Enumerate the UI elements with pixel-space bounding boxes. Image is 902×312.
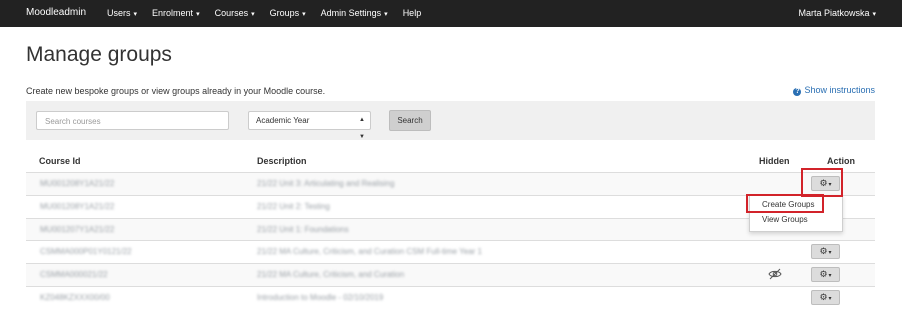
action-gear-button[interactable]: ⚙▾ xyxy=(811,267,840,282)
show-instructions-link[interactable]: ? Show instructions xyxy=(793,85,875,96)
action-gear-button[interactable]: ⚙▾ xyxy=(811,244,840,259)
menu-courses[interactable]: Courses ▾ xyxy=(215,8,255,18)
top-navbar: Moodleadmin Users ▾ Enrolment ▾ Courses ▾ G… xyxy=(0,0,902,27)
course-description[interactable]: 21/22 MA Culture, Criticism, and Curatio… xyxy=(257,247,482,256)
main-menu: Users ▾ Enrolment ▾ Courses ▾ Groups ▾ Admin… xyxy=(107,8,436,18)
table-row: CSMMA000021/22 21/22 MA Culture, Critici… xyxy=(26,263,875,286)
header-description: Description xyxy=(257,156,307,166)
chevron-down-icon: ▾ xyxy=(872,11,876,18)
header-hidden: Hidden xyxy=(759,156,790,166)
course-id: CSMMA000P01Y0121/22 xyxy=(40,247,132,256)
course-description[interactable]: 21/22 Unit 2: Testing xyxy=(257,202,330,211)
chevron-down-icon: ▾ xyxy=(828,250,832,256)
course-description[interactable]: Introduction to Moodle - 02/10/2019 xyxy=(257,293,383,302)
highlight-box xyxy=(746,194,824,213)
course-description[interactable]: 21/22 Unit 1: Foundations xyxy=(257,225,349,234)
course-id: MU001207Y1A21/22 xyxy=(40,225,115,234)
header-action: Action xyxy=(827,156,855,166)
course-id: CSMMA000021/22 xyxy=(40,270,108,279)
menu-users[interactable]: Users ▾ xyxy=(107,8,137,18)
course-id: KZ048KZXXX00/00 xyxy=(40,293,110,302)
page-title: Manage groups xyxy=(26,43,172,66)
chevron-down-icon: ▾ xyxy=(251,11,255,18)
chevron-down-icon: ▾ xyxy=(384,11,388,18)
menu-users-label: Users xyxy=(107,8,131,18)
chevron-down-icon: ▾ xyxy=(828,296,832,302)
question-circle-icon: ? xyxy=(793,88,802,96)
table-row: MU001208Y1A21/22 21/22 Unit 3: Articulat… xyxy=(26,172,875,195)
filter-bar: Search courses Academic Year ▲ ▼ Search xyxy=(26,101,875,140)
menu-enrolment[interactable]: Enrolment ▾ xyxy=(152,8,200,18)
gear-icon: ⚙ xyxy=(819,292,828,302)
chevron-down-icon: ▾ xyxy=(133,11,138,18)
menu-courses-label: Courses xyxy=(214,8,249,18)
gear-icon: ⚙ xyxy=(819,246,828,256)
show-instructions-label: Show instructions xyxy=(804,85,875,95)
table-row: CSMMA000P01Y0121/22 21/22 MA Culture, Cr… xyxy=(26,240,875,263)
menu-admin-settings-label: Admin Settings xyxy=(320,8,382,18)
user-menu[interactable]: Marta Piatkowska ▾ xyxy=(798,8,876,18)
menu-help[interactable]: Help xyxy=(403,8,422,18)
gear-icon: ⚙ xyxy=(819,269,828,279)
select-arrows-icon: ▲ ▼ xyxy=(359,117,365,140)
highlight-box xyxy=(801,168,843,197)
menu-groups[interactable]: Groups ▾ xyxy=(270,8,306,18)
brand-link[interactable]: Moodleadmin xyxy=(26,7,86,18)
course-id: MU001208Y1A21/22 xyxy=(40,179,115,188)
academic-year-select[interactable]: Academic Year ▲ ▼ xyxy=(248,111,371,140)
table-header: Course Id Description Hidden Action xyxy=(26,154,875,172)
header-course-id: Course Id xyxy=(39,156,81,166)
view-groups-menu-item[interactable]: View Groups xyxy=(762,215,808,224)
menu-admin-settings[interactable]: Admin Settings ▾ xyxy=(321,8,388,18)
search-courses-input[interactable]: Search courses xyxy=(36,111,229,130)
chevron-down-icon: ▾ xyxy=(828,273,832,279)
eye-slash-icon xyxy=(768,268,782,282)
table-row: KZ048KZXXX00/00 Introduction to Moodle -… xyxy=(26,286,875,309)
chevron-down-icon: ▾ xyxy=(196,11,200,18)
course-description[interactable]: 21/22 Unit 3: Articulating and Realising xyxy=(257,179,394,188)
menu-enrolment-label: Enrolment xyxy=(152,8,194,18)
menu-groups-label: Groups xyxy=(269,8,300,18)
course-id: MU001208Y1A21/22 xyxy=(40,202,115,211)
search-button[interactable]: Search xyxy=(389,110,431,131)
action-gear-button[interactable]: ⚙▾ xyxy=(811,290,840,305)
chevron-down-icon: ▾ xyxy=(302,11,306,18)
table-row: MU001207Y1A21/22 21/22 Unit 1: Foundatio… xyxy=(26,218,875,241)
course-description[interactable]: 21/22 MA Culture, Criticism, and Curatio… xyxy=(257,270,404,279)
academic-year-value: Academic Year xyxy=(256,116,310,125)
menu-help-label: Help xyxy=(402,8,422,18)
user-name: Marta Piatkowska xyxy=(798,8,870,18)
page-subtitle: Create new bespoke groups or view groups… xyxy=(26,86,326,96)
